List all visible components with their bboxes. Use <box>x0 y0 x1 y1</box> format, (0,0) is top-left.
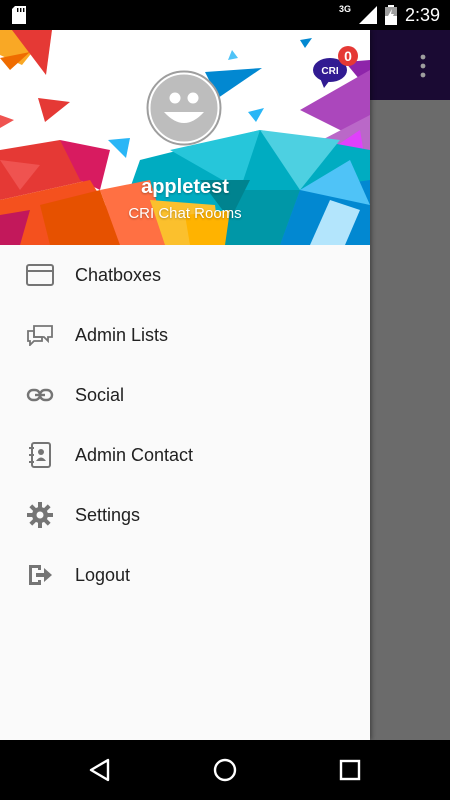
home-icon[interactable] <box>211 756 239 784</box>
menu-label: Chatboxes <box>75 264 162 285</box>
drawer-menu: Chatboxes Admin Lists Social Admin Conta… <box>0 245 370 605</box>
sd-card-icon <box>12 6 26 24</box>
chatbox-icon <box>26 261 54 289</box>
menu-item-social[interactable]: Social <box>0 365 370 425</box>
avatar[interactable] <box>146 70 222 146</box>
menu-item-settings[interactable]: Settings <box>0 485 370 545</box>
clock: 2:39 <box>404 4 440 25</box>
cri-logo[interactable]: CRI 0 <box>312 44 360 88</box>
menu-item-chatboxes[interactable]: Chatboxes <box>0 245 370 305</box>
menu-label: Admin Lists <box>75 324 169 345</box>
menu-label: Settings <box>75 504 141 525</box>
navigation-drawer: appletest CRI Chat Rooms CRI 0 Chatboxes… <box>0 30 370 740</box>
status-bar: 3G 2:39 <box>0 0 450 30</box>
menu-label: Admin Contact <box>75 444 194 465</box>
battery-icon <box>384 5 397 25</box>
cri-logo-text: CRI <box>321 66 338 77</box>
recents-icon[interactable] <box>336 756 364 784</box>
logout-icon <box>26 561 54 589</box>
contact-book-icon <box>26 441 54 469</box>
user-name: appletest <box>141 176 229 198</box>
signal-icon <box>358 6 377 24</box>
app-toolbar <box>370 30 450 100</box>
back-icon[interactable] <box>86 756 114 784</box>
notification-badge: 0 <box>344 48 352 64</box>
menu-label: Logout <box>75 564 131 585</box>
more-vert-icon[interactable] <box>420 54 426 78</box>
menu-item-admin-lists[interactable]: Admin Lists <box>0 305 370 365</box>
menu-item-admin-contact[interactable]: Admin Contact <box>0 425 370 485</box>
chat-bubbles-icon <box>26 321 54 349</box>
menu-item-logout[interactable]: Logout <box>0 545 370 605</box>
network-type: 3G <box>338 4 351 14</box>
scrim[interactable] <box>370 100 450 740</box>
user-subtitle: CRI Chat Rooms <box>128 205 242 222</box>
drawer-header: appletest CRI Chat Rooms CRI 0 <box>0 30 370 245</box>
gear-icon <box>26 501 54 529</box>
menu-label: Social <box>75 384 125 405</box>
system-nav-bar <box>0 740 450 800</box>
link-icon <box>26 381 54 409</box>
